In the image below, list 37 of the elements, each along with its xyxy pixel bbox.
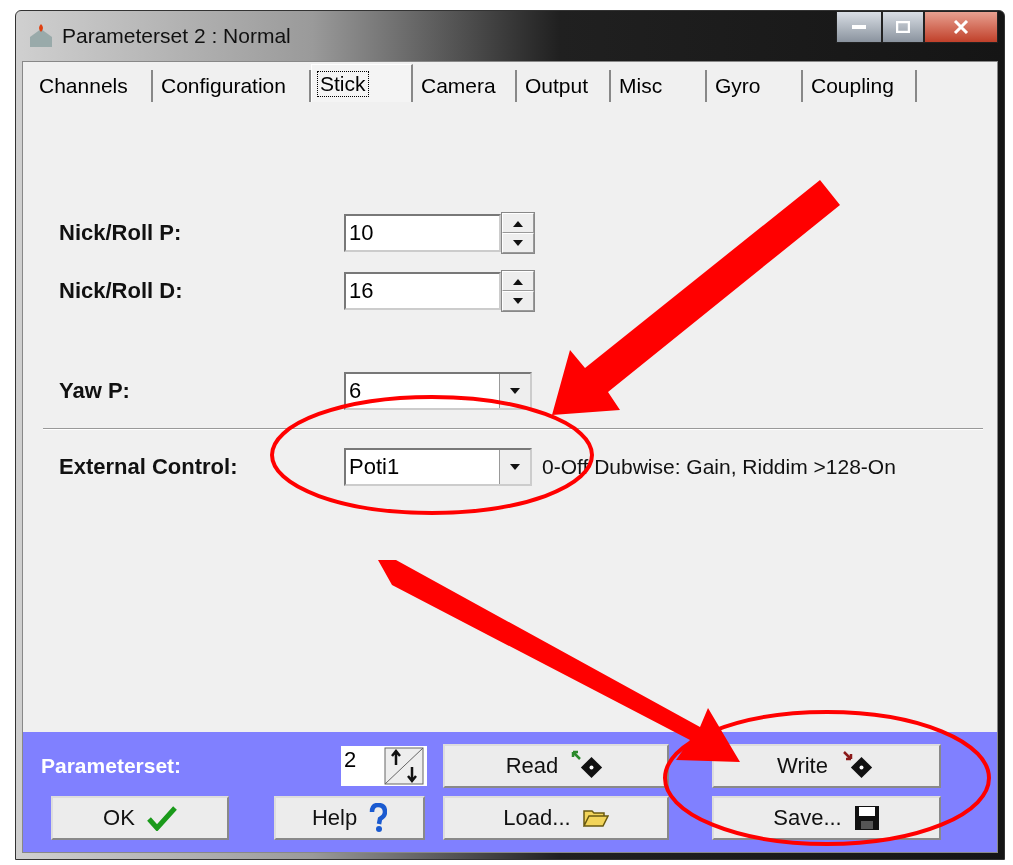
field-label: Nick/Roll P: bbox=[59, 220, 183, 246]
question-mark-icon bbox=[369, 803, 388, 833]
minimize-icon bbox=[852, 25, 866, 29]
ok-button[interactable]: OK bbox=[51, 796, 229, 840]
field-label: External Control: bbox=[59, 454, 239, 480]
up-arrow-icon bbox=[512, 219, 524, 227]
maximize-icon bbox=[896, 21, 910, 33]
write-button[interactable]: Write bbox=[712, 744, 941, 788]
field-label: Yaw P: bbox=[59, 378, 131, 404]
checkmark-icon bbox=[146, 805, 177, 831]
close-icon bbox=[953, 20, 969, 34]
dropdown[interactable]: Poti1 bbox=[344, 448, 532, 486]
help-button[interactable]: Help bbox=[274, 796, 425, 840]
save-button[interactable]: Save... bbox=[712, 796, 941, 840]
app-icon bbox=[28, 23, 54, 49]
down-arrow-icon bbox=[512, 297, 524, 305]
number-field[interactable]: 16 bbox=[344, 272, 501, 310]
folder-icon bbox=[582, 808, 609, 828]
close-button[interactable] bbox=[924, 11, 998, 43]
number-field[interactable]: 10 bbox=[344, 214, 501, 252]
field-label: Nick/Roll D: bbox=[59, 278, 184, 304]
maximize-button[interactable] bbox=[882, 11, 924, 43]
parameterset-spinner[interactable]: 2 bbox=[341, 746, 427, 786]
down-arrow-icon bbox=[509, 463, 521, 471]
up-down-arrows-icon bbox=[384, 747, 424, 785]
parameterset-label: Parameterset: bbox=[41, 754, 183, 778]
down-arrow-icon bbox=[509, 387, 521, 395]
load-button[interactable]: Load... bbox=[443, 796, 669, 840]
down-arrow-icon bbox=[512, 239, 524, 247]
up-arrow-icon bbox=[512, 277, 524, 285]
read-button[interactable]: Read bbox=[443, 744, 669, 788]
window-title: Parameterset 2 : Normal bbox=[62, 24, 291, 48]
spin-buttons[interactable] bbox=[501, 212, 535, 254]
spin-buttons[interactable] bbox=[501, 270, 535, 312]
minimize-button[interactable] bbox=[836, 11, 882, 43]
tab[interactable]: Stick bbox=[311, 64, 413, 102]
dropdown[interactable]: 6 bbox=[344, 372, 532, 410]
